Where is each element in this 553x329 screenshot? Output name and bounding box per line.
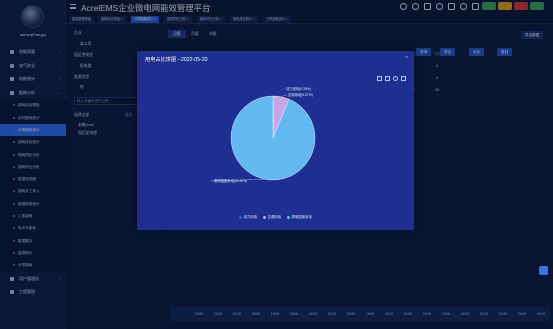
pie-slice[interactable] (230, 95, 316, 181)
legend-label: 照明插座用电 (291, 215, 312, 219)
pie-chart-modal: 用电占比饼图 --2022-05-20 × 动力用电(0.39%) 空调用电(5.… (137, 51, 414, 230)
legend-swatch (239, 215, 242, 219)
legend-label: 空调用电 (267, 215, 282, 219)
pie-chart: 动力用电(0.39%)空调用电(5.87%) 照明插座用电(94.26%) (210, 86, 316, 183)
label-leader-line (273, 88, 285, 97)
pie-slice-label: 动力用电(0.39%) (286, 86, 311, 91)
pie-slice-label: 照明插座用电(94.26%) (214, 178, 247, 183)
legend-item[interactable]: 空调用电 (263, 214, 281, 219)
pie-slice-label: 空调用电(5.87%) (288, 92, 313, 97)
app-root: admin(Energy) 电能质量 › 电气安全 › 电能统计 › 能耗分析 ⌄ 能耗… (0, 0, 553, 329)
legend-swatch (287, 215, 290, 219)
label-leader-line (281, 94, 287, 98)
legend-label: 动力用电 (243, 215, 258, 219)
legend-item[interactable]: 照明插座用电 (287, 214, 312, 219)
float-action-button[interactable] (539, 266, 548, 275)
legend-swatch (263, 215, 266, 219)
legend-item[interactable]: 动力用电 (239, 214, 257, 219)
